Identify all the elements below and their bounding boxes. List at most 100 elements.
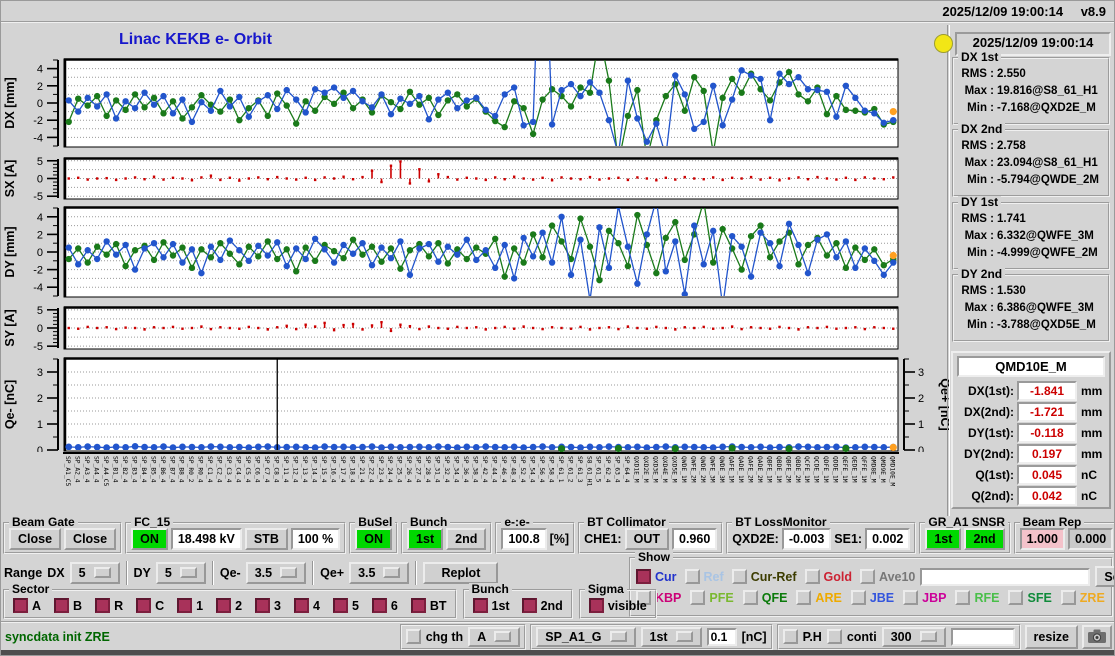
monitor-row-unit: nC [1081,488,1097,503]
show-option: Ave10 [860,569,915,584]
controls-row-3: Sector A B R C 1 2 3 4 5 6 BT Bunch 1st … [3,583,657,619]
bpm-label: SP_C2_4 [215,456,223,483]
range-dy-select[interactable]: 5 [155,561,206,584]
sector-label: A [32,598,42,613]
monitor-row-unit: nC [1081,467,1097,482]
show-checkbox[interactable] [804,569,820,584]
bpm-label: SP_B6_4 [158,456,166,483]
sector-select[interactable]: A [468,626,521,647]
conti-label: conti [846,629,877,644]
gr-a1-2nd-button[interactable]: 2nd [964,527,1005,550]
sector-checkbox[interactable] [54,598,70,613]
bpm-label: QCFE_1M [803,456,811,483]
resize-button[interactable]: resize [1024,624,1078,649]
bpm-label: SP_C7_4 [263,456,271,483]
bunch-1st-button[interactable]: 1st [407,527,444,550]
sector-checkbox[interactable] [332,598,348,613]
beamline-checkbox[interactable] [796,590,812,605]
bpm-label: SP_61_5 [594,456,602,483]
sector-option: 1 [177,598,203,613]
beamline-checkbox[interactable] [742,590,758,605]
monitor-row: DY(2nd): 0.197 mm [956,443,1106,464]
svg-text:4: 4 [37,212,43,224]
bpm-label: SP_56_4 [537,456,545,483]
bunch-checkbox[interactable] [521,598,537,613]
sector-option: A [13,598,41,613]
show-checkbox[interactable] [860,569,875,584]
beamline-checkbox[interactable] [1008,590,1024,605]
ph-checkbox[interactable] [782,629,798,644]
monitor-row: DX(2nd): -1.721 mm [956,401,1106,422]
qxd2e-label: QXD2E: [732,531,779,546]
sp-select[interactable]: SP_A1_G [536,626,636,647]
sector-checkbox[interactable] [410,598,426,613]
sigma-checkbox[interactable] [588,598,604,613]
beamline-checkbox[interactable] [690,590,706,605]
bpm-label: SP_C3_4 [225,456,233,483]
bpm-label: QBDE_1M [774,456,782,483]
show-option: Cur-Ref [731,569,797,584]
max-value: 6.386@QWFE_3M [997,302,1094,314]
ref-name-input[interactable] [920,567,1091,586]
range-qem-select[interactable]: 3.5 [245,561,307,584]
beam-gate-close-button-1[interactable]: Close [9,527,62,550]
show-checkbox[interactable] [731,569,747,584]
sector-checkbox[interactable] [177,598,193,613]
gr-a1-1st-button[interactable]: 1st [925,527,962,550]
sector-checkbox[interactable] [255,598,271,613]
busel-on-button[interactable]: ON [355,527,393,550]
separator [415,560,418,585]
sector-checkbox[interactable] [13,598,28,613]
show-checkbox[interactable] [636,569,651,584]
se1-value: 0.002 [865,527,911,550]
bpm-label: SP_26_4 [405,456,413,483]
fc15-on-button[interactable]: ON [131,527,168,550]
bpm-label: SP_A1_C5 [64,456,71,487]
option-menu-glyph [919,631,937,642]
beam-gate-close-button-2[interactable]: Close [64,527,117,550]
points-select[interactable]: 300 [881,626,946,647]
fc15-stb-button[interactable]: STB [244,527,288,550]
extra-input[interactable] [950,627,1015,646]
range-qep-select[interactable]: 3.5 [349,561,410,584]
conti-checkbox[interactable] [826,629,842,644]
threshold-input[interactable] [706,627,737,646]
bunch-checkbox[interactable] [472,598,488,613]
range-dx-select[interactable]: 5 [69,561,120,584]
min-value: -7.168@QXD2E_M [997,102,1096,114]
bpm-label: SP_B8_4 [177,456,185,483]
sector-checkbox[interactable] [371,598,387,613]
bpm-label: QMD8E_M [869,456,877,483]
threshold-box: SP_A1_G 1st [nC] [530,623,773,650]
beamline-checkbox[interactable] [903,590,919,605]
beamline-checkbox[interactable] [850,590,866,605]
bunch-select[interactable]: 1st [640,626,702,647]
beamline-label: JBE [869,590,895,605]
sector-checkbox[interactable] [136,598,152,613]
monitor-row-label: Q(2nd): [971,488,1014,503]
bpm-label: QBFE_1M [765,456,773,483]
sector-label: 4 [312,598,320,613]
bunch-2nd-button[interactable]: 2nd [446,527,487,550]
show-beamline-option: ZRE [1060,590,1105,605]
show-checkbox[interactable] [684,569,700,584]
beamline-checkbox[interactable] [1060,590,1076,605]
chg-th-checkbox[interactable] [405,629,421,644]
range-qep-label: Qe+ [320,565,345,580]
sector-option: 4 [293,598,320,613]
group-title: GR_A1 SNSR [925,516,1009,528]
bpm-label: SP_28_4 [424,456,432,483]
sigma-group: Sigma visible [578,583,657,619]
set-ref-button[interactable]: Set Ref [1095,566,1114,587]
screenshot-button[interactable] [1082,624,1112,649]
beamline-checkbox[interactable] [955,590,971,605]
acquisition-box: P.H conti 300 [776,623,1021,650]
sector-checkbox[interactable] [293,598,309,613]
replot-button[interactable]: Replot [423,561,499,584]
che1-out-button[interactable]: OUT [624,527,669,550]
svg-text:-5: -5 [33,341,43,350]
range-dx-label: DX [47,565,65,580]
sector-checkbox[interactable] [95,598,111,613]
sector-checkbox[interactable] [216,598,232,613]
bpm-label: SP_48_4 [509,456,517,483]
